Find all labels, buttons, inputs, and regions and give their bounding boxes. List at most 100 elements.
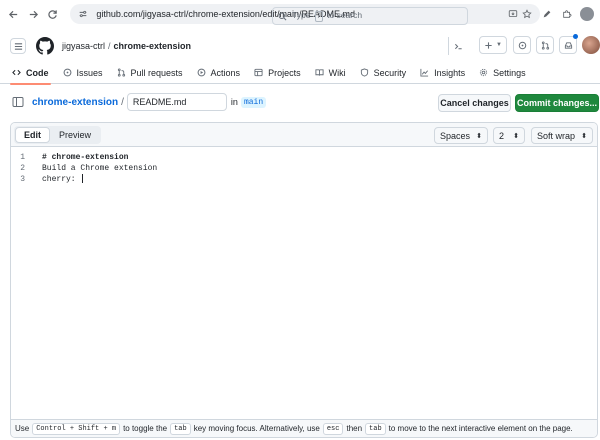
sidebar-toggle-icon[interactable] bbox=[12, 96, 24, 108]
search-icon bbox=[278, 12, 287, 20]
indent-mode-value: Spaces bbox=[440, 130, 471, 141]
wrap-mode-select[interactable]: Soft wrap ⬍ bbox=[531, 127, 593, 144]
search-shortcut-key: / bbox=[314, 11, 323, 22]
select-caret-icon: ⬍ bbox=[581, 132, 587, 140]
site-settings-icon[interactable] bbox=[76, 7, 90, 21]
hint-key: Control + Shift + m bbox=[32, 422, 121, 435]
graph-icon bbox=[420, 68, 429, 77]
tab-label: Projects bbox=[268, 67, 301, 78]
select-caret-icon: ⬍ bbox=[513, 132, 519, 140]
indent-size-value: 2 bbox=[499, 130, 505, 141]
pull-request-icon bbox=[541, 40, 549, 50]
text-cursor bbox=[82, 174, 84, 183]
mode-switch: Edit Preview bbox=[14, 125, 102, 144]
hint-text: to move to the next interactive element … bbox=[388, 424, 573, 433]
keyboard-hint-footer: Use Control + Shift + m to toggle the ta… bbox=[11, 419, 597, 437]
hint-key: tab bbox=[170, 422, 191, 435]
gear-icon bbox=[480, 68, 488, 77]
tab-pull-requests[interactable]: Pull requests bbox=[117, 62, 183, 84]
issues-button[interactable] bbox=[513, 36, 531, 54]
tab-insights[interactable]: Insights bbox=[420, 62, 465, 84]
line-number: 1 bbox=[20, 153, 25, 162]
line-number: 2 bbox=[20, 164, 25, 173]
owner-link[interactable]: jigyasa-ctrl bbox=[62, 41, 105, 51]
tab-label: Actions bbox=[210, 67, 241, 78]
shield-icon bbox=[360, 68, 368, 77]
browser-profile-avatar[interactable] bbox=[580, 7, 595, 21]
hint-text: Use bbox=[15, 424, 30, 433]
extension-pen-icon[interactable] bbox=[540, 7, 554, 21]
tab-label: Security bbox=[373, 67, 407, 78]
table-icon bbox=[254, 68, 263, 77]
editor-toolbar: Edit Preview Spaces ⬍ 2 ⬍ Soft wrap ⬍ bbox=[11, 123, 597, 147]
issue-circle-icon bbox=[518, 41, 526, 49]
tab-security[interactable]: Security bbox=[360, 62, 407, 84]
tab-actions[interactable]: Actions bbox=[197, 62, 241, 84]
preview-mode-tab[interactable]: Preview bbox=[50, 127, 100, 143]
github-header: jigyasa-ctrl / chrome-extension bbox=[0, 30, 600, 62]
chevron-down-icon: ▼ bbox=[496, 42, 502, 48]
notification-indicator bbox=[573, 34, 578, 39]
install-app-icon[interactable] bbox=[506, 7, 520, 21]
hint-key: tab bbox=[365, 422, 386, 435]
bookmark-star-icon[interactable] bbox=[520, 7, 534, 21]
indent-size-select[interactable]: 2 ⬍ bbox=[493, 127, 525, 144]
tab-label: Issues bbox=[76, 67, 103, 78]
search-suffix: to search bbox=[327, 10, 363, 20]
cancel-changes-button[interactable]: Cancel changes bbox=[438, 94, 511, 112]
user-avatar[interactable] bbox=[582, 36, 600, 54]
pull-request-icon bbox=[117, 68, 125, 77]
book-icon bbox=[315, 69, 324, 76]
code-line: 1 # chrome-extension bbox=[11, 152, 597, 163]
line-content: Build a Chrome extension bbox=[42, 164, 158, 173]
search-input[interactable]: Type / to search bbox=[272, 7, 468, 25]
code-icon bbox=[12, 69, 21, 76]
commit-changes-button[interactable]: Commit changes... bbox=[515, 94, 599, 112]
code-line: 2 Build a Chrome extension bbox=[11, 163, 597, 174]
line-number: 3 bbox=[20, 175, 25, 184]
back-icon[interactable] bbox=[6, 6, 21, 22]
edit-mode-tab[interactable]: Edit bbox=[15, 126, 50, 143]
forward-icon[interactable] bbox=[25, 6, 40, 22]
github-logo-icon[interactable] bbox=[36, 37, 54, 55]
terminal-icon bbox=[454, 43, 462, 49]
indent-mode-select[interactable]: Spaces ⬍ bbox=[434, 127, 488, 144]
tab-wiki[interactable]: Wiki bbox=[315, 62, 346, 84]
path-separator: / bbox=[108, 41, 111, 51]
tab-projects[interactable]: Projects bbox=[254, 62, 301, 84]
repo-link[interactable]: chrome-extension bbox=[114, 41, 192, 51]
hint-text: key moving focus. Alternatively, use bbox=[193, 424, 320, 433]
search-prefix: Type bbox=[292, 10, 311, 20]
command-palette-button[interactable] bbox=[448, 37, 468, 55]
filename-input[interactable] bbox=[126, 93, 227, 111]
tab-label: Insights bbox=[434, 67, 466, 78]
create-new-button[interactable]: ▼ bbox=[479, 36, 507, 54]
pull-requests-button[interactable] bbox=[536, 36, 554, 54]
branch-badge: main bbox=[240, 96, 267, 108]
play-icon bbox=[197, 68, 205, 77]
tab-settings[interactable]: Settings bbox=[479, 62, 526, 84]
breadcrumb-repo-link[interactable]: chrome-extension bbox=[32, 97, 118, 108]
menu-icon[interactable] bbox=[10, 38, 26, 54]
extensions-puzzle-icon[interactable] bbox=[560, 7, 574, 21]
tab-label: Pull requests bbox=[130, 67, 183, 78]
hint-text: to toggle the bbox=[123, 424, 168, 433]
in-branch-label: in bbox=[230, 97, 238, 107]
repo-breadcrumb: jigyasa-ctrl / chrome-extension bbox=[62, 41, 191, 51]
plus-icon bbox=[485, 41, 492, 49]
editor-panel: Edit Preview Spaces ⬍ 2 ⬍ Soft wrap ⬍ 1 # c… bbox=[10, 122, 598, 438]
line-content: # chrome-extension bbox=[42, 153, 129, 162]
code-editor[interactable]: 1 # chrome-extension 2 Build a Chrome ex… bbox=[11, 147, 597, 419]
line-content: cherry: bbox=[42, 175, 81, 184]
tab-label: Wiki bbox=[328, 67, 346, 78]
tab-issues[interactable]: Issues bbox=[63, 62, 103, 84]
reload-icon[interactable] bbox=[45, 6, 60, 22]
wrap-mode-value: Soft wrap bbox=[537, 130, 576, 141]
search-placeholder: Type / to search bbox=[292, 10, 362, 22]
hint-key: esc bbox=[322, 422, 344, 435]
tab-label: Code bbox=[26, 67, 49, 78]
code-line: 3 cherry: bbox=[11, 174, 597, 185]
tab-code[interactable]: Code bbox=[10, 62, 50, 85]
hint-text: then bbox=[346, 424, 363, 433]
inbox-icon bbox=[564, 41, 572, 49]
